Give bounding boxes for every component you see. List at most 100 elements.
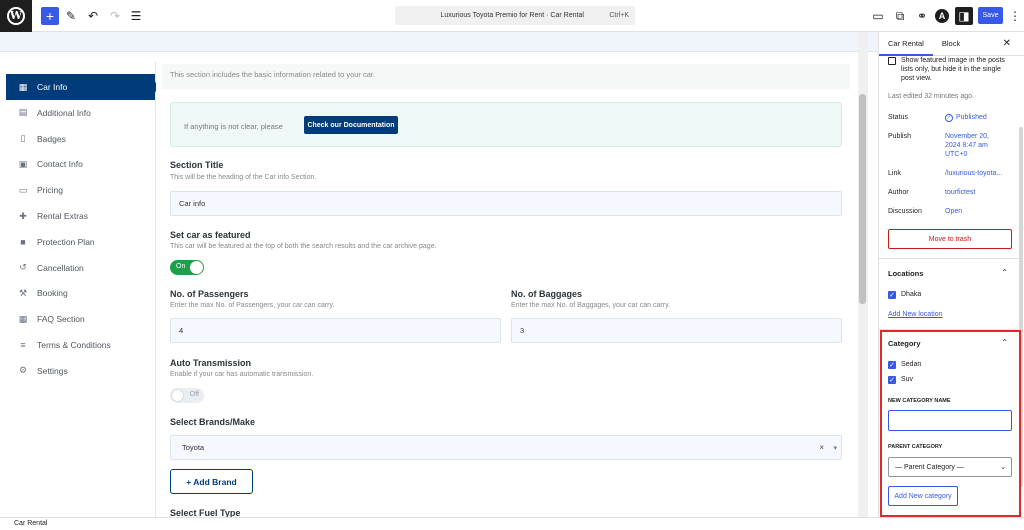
nav-item-car-info[interactable]: ▦ Car Info	[6, 74, 161, 100]
wordpress-logo-icon[interactable]: W	[0, 0, 32, 32]
add-brand-button[interactable]: + Add Brand	[170, 469, 253, 494]
baggages-desc: Enter the max No. of Baggages, your car …	[511, 302, 671, 309]
document-title-bar[interactable]: Luxurious Toyota Premio for Rent · Car R…	[395, 6, 635, 25]
lock-icon: ■	[20, 236, 26, 247]
featured-label: Set car as featured	[170, 230, 251, 240]
chevron-down-icon: ▾	[833, 444, 837, 452]
move-to-trash-button[interactable]: Move to trash	[888, 229, 1012, 249]
passengers-desc: Enter the max No. of Passengers, your ca…	[170, 302, 335, 309]
sidebar-tabs: Car Rental Block ✕	[879, 32, 1024, 56]
nav-item-label: Protection Plan	[37, 236, 95, 247]
published-check-icon: ✓	[945, 114, 953, 122]
baggages-input[interactable]: 3	[511, 318, 842, 343]
documentation-button[interactable]: Check our Documentation	[304, 116, 398, 134]
nav-item-terms-conditions[interactable]: ≡ Terms & Conditions	[6, 332, 155, 358]
notice-text: If anything is not clear, please	[184, 122, 283, 131]
settings-panel-icon[interactable]: ◨	[955, 7, 973, 25]
nav-item-rental-extras[interactable]: ✚ Rental Extras	[6, 203, 155, 229]
last-edited: Last edited 32 minutes ago.	[888, 93, 975, 100]
nav-item-contact-info[interactable]: ▣ Contact Info	[6, 152, 155, 178]
nav-item-additional-info[interactable]: ▤ Additional Info	[6, 100, 155, 126]
documentation-notice: If anything is not clear, please Check o…	[170, 102, 842, 147]
featured-desc: This car will be featured at the top of …	[170, 243, 437, 250]
content-scrollbar[interactable]	[858, 32, 868, 522]
scrollbar-thumb[interactable]	[859, 94, 866, 304]
more-options-icon[interactable]: ⋮	[1006, 7, 1024, 25]
add-block-icon[interactable]: +	[41, 7, 59, 25]
list-view-icon[interactable]: ☰	[127, 7, 145, 25]
passengers-input[interactable]: 4	[170, 318, 501, 343]
clear-selection-icon[interactable]: ×	[819, 443, 824, 452]
permalink[interactable]: /luxurious-toyota...	[945, 170, 1002, 177]
sidebar-scrollbar[interactable]	[1019, 127, 1023, 487]
section-title-input[interactable]: Car info	[170, 191, 842, 216]
nav-item-badges[interactable]: ▯ Badges	[6, 126, 155, 152]
hammer-icon: ⚒	[18, 287, 28, 298]
nav-item-pricing[interactable]: ▭ Pricing	[6, 177, 155, 203]
add-new-location-link[interactable]: Add New location	[888, 311, 942, 318]
parent-category-select[interactable]: — Parent Category — ⌄	[888, 457, 1012, 477]
category-heading[interactable]: Category	[888, 339, 921, 348]
transmission-toggle[interactable]: Off	[170, 388, 204, 403]
shortcut-hint: Ctrl+K	[609, 12, 629, 19]
passengers-label: No. of Passengers	[170, 289, 249, 299]
nav-item-label: Cancellation	[37, 262, 84, 273]
redo-icon[interactable]: ↷	[106, 7, 124, 25]
location-checkbox[interactable]: ✓	[888, 291, 896, 299]
section-intro: This section includes the basic informat…	[162, 64, 850, 89]
category-checkbox-suv[interactable]: ✓	[888, 376, 896, 384]
settings-sidebar: Car Rental Block ✕ Show featured image i…	[878, 32, 1024, 522]
calendar-icon: ▦	[18, 81, 28, 92]
nav-item-label: Car Info	[37, 82, 68, 92]
link-icon[interactable]: ⚭	[913, 7, 931, 25]
nav-item-label: Rental Extras	[37, 211, 89, 222]
close-icon[interactable]: ✕	[1003, 38, 1011, 49]
car-info-panel: This section includes the basic informat…	[156, 52, 856, 522]
tab-block[interactable]: Block	[933, 32, 969, 56]
status-value[interactable]: ✓ Published	[945, 114, 987, 122]
nav-item-label: Pricing	[37, 185, 63, 196]
nav-item-protection-plan[interactable]: ■ Protection Plan	[6, 229, 155, 255]
breadcrumb[interactable]: Car Rental	[0, 517, 1024, 530]
save-button[interactable]: Save	[978, 7, 1003, 24]
category-checkbox-sedan[interactable]: ✓	[888, 361, 896, 369]
featured-image-checkbox[interactable]	[888, 57, 896, 65]
tab-car-rental[interactable]: Car Rental	[879, 32, 933, 56]
featured-toggle[interactable]: On	[170, 260, 204, 275]
status-text: Published	[956, 114, 987, 121]
nav-item-settings[interactable]: ⚙ Settings	[6, 358, 155, 384]
publish-date[interactable]: November 20, 2024 8:47 am UTC+0	[945, 132, 1005, 159]
toggle-knob	[171, 389, 184, 402]
author-key: Author	[888, 189, 909, 196]
plugin-a-icon[interactable]: A	[935, 9, 949, 23]
nav-item-booking[interactable]: ⚒ Booking	[6, 281, 155, 307]
featured-image-note: Show featured image in the posts lists o…	[901, 57, 1005, 82]
parent-category-value: — Parent Category —	[895, 463, 964, 471]
add-new-category-button[interactable]: Add New category	[888, 486, 958, 506]
undo-icon[interactable]: ↶	[84, 7, 102, 25]
contact-card-icon: ▣	[18, 158, 28, 169]
divider	[879, 329, 1019, 330]
locations-heading[interactable]: Locations	[888, 269, 923, 278]
nav-item-faq-section[interactable]: ▦ FAQ Section	[6, 306, 155, 332]
category-sedan: Sedan	[901, 361, 922, 368]
editor-toolbar: W + ✎ ↶ ↷ ☰ Luxurious Toyota Premio for …	[0, 0, 1024, 32]
pencil-icon[interactable]: ✎	[62, 7, 80, 25]
external-view-icon[interactable]: ⧉	[891, 7, 909, 25]
chevron-down-icon: ⌄	[1000, 464, 1006, 471]
chevron-up-icon[interactable]: ⌃	[1001, 268, 1008, 277]
nav-item-label: Terms & Conditions	[37, 340, 111, 351]
desktop-preview-icon[interactable]: ▭	[869, 7, 887, 25]
chevron-up-icon[interactable]: ⌃	[1001, 338, 1008, 347]
brands-select[interactable]: Toyota × ▾	[170, 435, 842, 460]
nav-item-label: Contact Info	[37, 159, 83, 170]
credit-card-icon: ▭	[18, 184, 28, 195]
new-category-input[interactable]	[888, 410, 1012, 431]
new-category-label: NEW CATEGORY NAME	[888, 398, 951, 404]
toggle-state: On	[176, 263, 186, 270]
nav-item-label: Badges	[37, 133, 66, 144]
discussion-value[interactable]: Open	[945, 208, 962, 215]
author-value[interactable]: tourfictest	[945, 189, 975, 196]
tools-icon: ✚	[19, 210, 27, 221]
nav-item-cancellation[interactable]: ↺ Cancellation	[6, 255, 155, 281]
